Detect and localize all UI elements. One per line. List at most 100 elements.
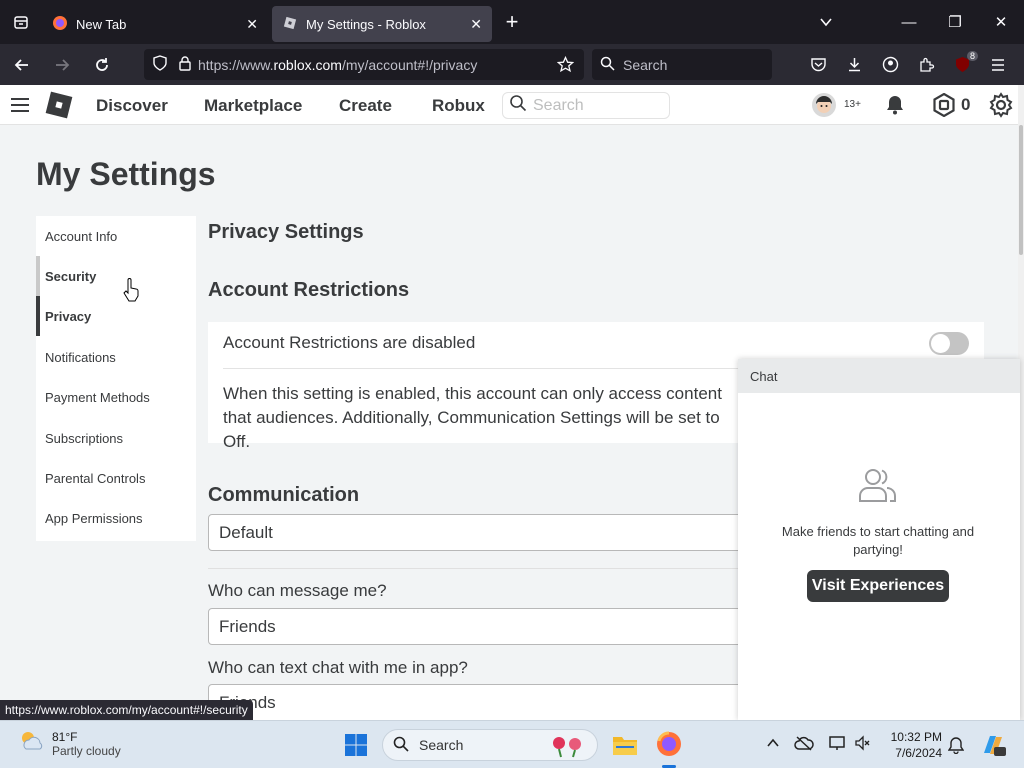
chat-panel: Chat Make friends to start chatting and … (738, 359, 1020, 720)
cloud-offline-icon[interactable] (794, 735, 814, 756)
extension-badge: 8 (966, 50, 978, 61)
menu-hamburger-icon[interactable] (980, 49, 1016, 81)
clock-date: 7/6/2024 (895, 746, 942, 760)
new-tab-button[interactable]: + (492, 0, 532, 44)
menu-item-notifications[interactable]: Notifications (36, 337, 196, 377)
who-can-text-chat-label: Who can text chat with me in app? (208, 658, 468, 677)
volume-muted-icon[interactable] (854, 734, 870, 756)
search-icon (600, 56, 615, 74)
shield-icon[interactable] (152, 55, 168, 74)
url-suffix: /my/account#!/privacy (341, 56, 478, 73)
forward-icon[interactable] (44, 49, 80, 81)
tab-new-tab[interactable]: New Tab ✕ (42, 6, 268, 42)
toolbar-icons: 8 (800, 44, 1016, 85)
close-tab-icon[interactable]: ✕ (470, 16, 482, 33)
taskbar: 81°F Partly cloudy Search 10:32 PM 7/6/2… (0, 720, 1024, 768)
browser-tab-strip: New Tab ✕ My Settings - Roblox ✕ + — ❐ ✕ (0, 0, 1024, 44)
window-controls: — ❐ ✕ (886, 0, 1024, 44)
roblox-favicon-icon (282, 15, 298, 34)
who-can-message-select[interactable]: Friends (208, 608, 748, 645)
bookmark-star-icon[interactable] (556, 55, 575, 76)
restore-icon[interactable]: ❐ (932, 0, 978, 44)
partly-cloudy-icon (18, 729, 44, 758)
menu-item-payment-methods[interactable]: Payment Methods (36, 377, 196, 417)
roblox-menu-icon[interactable] (10, 97, 30, 118)
weather-temp: 81°F (52, 729, 78, 744)
minimize-icon[interactable]: — (886, 0, 932, 44)
weather-text: 81°F Partly cloudy (52, 730, 121, 758)
avatar[interactable] (811, 92, 837, 123)
who-can-text-chat-select[interactable]: Friends (208, 684, 748, 721)
reload-icon[interactable] (84, 49, 120, 81)
chevron-down-icon[interactable] (812, 0, 840, 44)
search-placeholder: Search (623, 56, 668, 73)
robux-icon[interactable] (932, 92, 956, 122)
menu-item-account-info[interactable]: Account Info (36, 216, 196, 256)
page-title: My Settings (36, 156, 216, 192)
tab-title: My Settings - Roblox (306, 16, 426, 32)
communication-value: Default (219, 522, 273, 542)
account-icon[interactable] (872, 49, 908, 81)
visit-experiences-button[interactable]: Visit Experiences (807, 570, 949, 602)
scrollbar-thumb[interactable] (1019, 125, 1023, 255)
settings-gear-icon[interactable] (988, 92, 1014, 123)
copilot-icon[interactable] (980, 733, 1006, 762)
who-can-message-label: Who can message me? (208, 581, 387, 600)
clock-time: 10:32 PM (890, 730, 942, 744)
taskbar-search-label: Search (419, 737, 464, 753)
windows-start-icon[interactable] (344, 733, 368, 762)
roblox-search-input[interactable]: Search (502, 92, 670, 119)
weather-condition: Partly cloudy (52, 743, 121, 758)
communication-select[interactable]: Default (208, 514, 748, 551)
back-icon[interactable] (4, 49, 40, 81)
tab-list-icon[interactable] (0, 0, 42, 44)
nav-discover[interactable]: Discover (96, 96, 168, 116)
menu-item-privacy[interactable]: Privacy (36, 296, 196, 336)
close-tab-icon[interactable]: ✕ (246, 16, 258, 33)
close-window-icon[interactable]: ✕ (978, 0, 1024, 44)
firefox-taskbar-icon[interactable] (656, 731, 682, 762)
chat-header[interactable]: Chat (738, 359, 1020, 393)
robux-count[interactable]: 0 (961, 95, 970, 115)
nav-marketplace[interactable]: Marketplace (204, 96, 302, 116)
ublock-extension-icon[interactable]: 8 (944, 49, 980, 81)
search-icon (509, 94, 527, 117)
menu-item-subscriptions[interactable]: Subscriptions (36, 418, 196, 458)
notifications-bell-icon[interactable] (884, 94, 906, 121)
display-icon[interactable] (828, 735, 848, 756)
menu-item-security[interactable]: Security (36, 256, 196, 296)
download-icon[interactable] (836, 49, 872, 81)
firefox-icon (52, 15, 68, 34)
roblox-logo-icon[interactable] (44, 90, 74, 125)
notification-bell-icon[interactable] (947, 736, 965, 759)
communication-heading: Communication (208, 484, 360, 506)
taskbar-search[interactable]: Search (382, 729, 598, 761)
roblox-header: Discover Marketplace Create Robux Search… (0, 85, 1018, 125)
menu-item-parental-controls[interactable]: Parental Controls (36, 458, 196, 498)
file-explorer-icon[interactable] (612, 733, 638, 762)
privacy-settings-heading: Privacy Settings (208, 221, 364, 243)
weather-widget[interactable]: 81°F Partly cloudy (18, 729, 121, 758)
url-bar[interactable]: https://www.roblox.com/my/account#!/priv… (144, 49, 584, 80)
who-can-message-value: Friends (219, 616, 276, 636)
url-text[interactable]: https://www.roblox.com/my/account#!/priv… (198, 57, 477, 73)
browser-search-bar[interactable]: Search (592, 49, 772, 80)
taskbar-clock[interactable]: 10:32 PM 7/6/2024 (880, 729, 942, 761)
nav-create[interactable]: Create (339, 96, 392, 116)
restrictions-status: Account Restrictions are disabled (223, 333, 476, 352)
nav-robux[interactable]: Robux (432, 96, 485, 116)
restrictions-description: When this setting is enabled, this accou… (223, 384, 722, 451)
extensions-icon[interactable] (908, 49, 944, 81)
divider (208, 568, 748, 569)
search-icon (393, 736, 409, 755)
pocket-icon[interactable] (800, 49, 836, 81)
restrictions-toggle[interactable] (929, 332, 969, 355)
status-link-preview: https://www.roblox.com/my/account#!/secu… (0, 700, 253, 720)
settings-side-menu: Account Info Security Privacy Notificati… (36, 216, 196, 541)
menu-item-app-permissions[interactable]: App Permissions (36, 498, 196, 538)
url-prefix: https://www. (198, 56, 274, 73)
tab-my-settings[interactable]: My Settings - Roblox ✕ (272, 6, 492, 42)
chat-empty-text: Make friends to start chatting and party… (781, 524, 975, 557)
chevron-up-icon[interactable] (766, 736, 780, 755)
lock-icon[interactable] (178, 55, 192, 74)
